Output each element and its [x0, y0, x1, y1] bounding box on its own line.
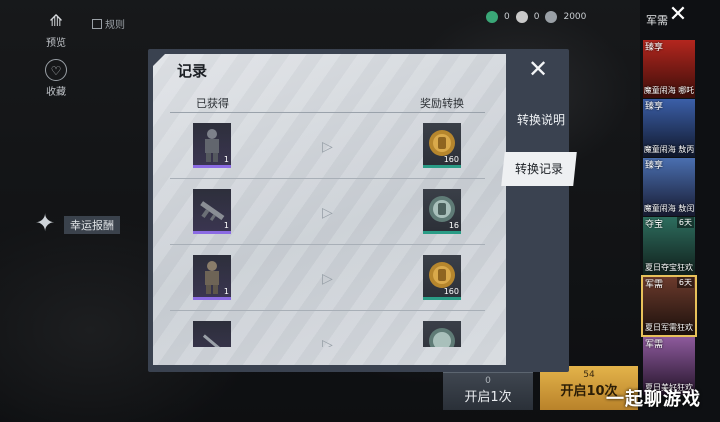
lucky-reward-button[interactable]: ✦ 幸运报酬: [30, 208, 122, 238]
event-caption: 夏日军需狂欢: [645, 323, 693, 332]
heart-icon: ♡: [45, 59, 67, 81]
obtained-item[interactable]: [193, 321, 231, 347]
open-once-button[interactable]: 0 开启1次: [443, 372, 533, 410]
reward-item[interactable]: 160: [423, 255, 461, 300]
dialog-close-button[interactable]: ✕: [520, 55, 556, 85]
event-card[interactable]: 臻享 魔童闹海 敖闰: [643, 158, 695, 216]
event-caption: 夏日夺宝狂欢: [645, 263, 693, 272]
favorite-button[interactable]: ♡ 收藏: [36, 59, 76, 98]
arrow-right-icon: ▷: [322, 271, 333, 287]
event-tag: 军需: [645, 340, 664, 350]
event-card[interactable]: 夺宝 6天 夏日夺宝狂欢: [643, 217, 695, 275]
record-row: ▷: [170, 311, 485, 347]
event-tag: 军需: [645, 280, 664, 290]
event-caption: 魔童闹海 哪吒: [643, 86, 695, 95]
reward-quantity: 160: [443, 287, 459, 296]
reward-item[interactable]: [423, 321, 461, 347]
arrow-right-icon: ▷: [322, 205, 333, 221]
tab-conversion-record-label: 转换记录: [514, 162, 563, 176]
event-tag: 臻享: [645, 161, 664, 171]
obtained-item[interactable]: 1: [193, 123, 231, 168]
arrow-right-icon: ▷: [322, 139, 333, 155]
left-rail: ⟰ 预览 ♡ 收藏: [36, 10, 76, 108]
watermark: 一起聊游戏: [606, 389, 701, 410]
item-quantity: 1: [223, 155, 229, 164]
event-caption: 魔童闹海 敖闰: [643, 204, 695, 213]
event-card[interactable]: 军需 6天 夏日军需狂欢: [641, 275, 697, 337]
event-tag: 臻享: [645, 102, 664, 112]
star-icon: ✦: [34, 209, 56, 237]
column-header-obtained: 已获得: [196, 97, 229, 110]
open-once-label: 开启1次: [464, 390, 512, 405]
event-card[interactable]: 臻享 魔童闹海 哪吒: [643, 40, 695, 98]
column-header-reward: 奖励转换: [420, 97, 464, 110]
event-tag: 夺宝: [645, 220, 664, 230]
rules-link[interactable]: 规则: [92, 16, 125, 31]
event-tag: 臻享: [645, 43, 664, 53]
sidebar-title: 军需: [646, 14, 668, 27]
reward-item[interactable]: 16: [423, 189, 461, 234]
token-icon: [545, 11, 558, 23]
title-notch: [153, 54, 165, 66]
silver-coin-icon: [429, 328, 455, 347]
record-row: 1 ▷ 16: [170, 179, 485, 245]
event-days: 6天: [676, 277, 694, 288]
gun-icon: [200, 201, 225, 221]
gold-amount: 0: [533, 12, 540, 22]
record-row: 1 ▷ 160: [170, 245, 485, 311]
arrow-right-icon: ▷: [322, 337, 333, 347]
reward-quantity: 16: [448, 221, 459, 230]
outfit-icon: [205, 261, 219, 294]
tab-conversion-record[interactable]: 转换记录: [501, 152, 577, 186]
event-days: 6天: [676, 217, 694, 228]
knife-icon: [202, 334, 222, 347]
item-quantity: 1: [223, 287, 229, 296]
lucky-reward-label: 幸运报酬: [64, 216, 120, 234]
coupon-icon: [486, 11, 498, 23]
obtained-item[interactable]: 1: [193, 255, 231, 300]
obtained-item[interactable]: 1: [193, 189, 231, 234]
dialog-title: 记录: [177, 62, 208, 80]
outfit-icon: [205, 129, 219, 162]
wardrobe-label: 预览: [46, 38, 66, 49]
tab-conversion-explain[interactable]: 转换说明: [511, 106, 571, 134]
favorite-label: 收藏: [46, 87, 66, 98]
gold-icon: [515, 11, 528, 23]
event-card[interactable]: 臻享 魔童闹海 敖丙: [643, 99, 695, 157]
item-quantity: 1: [223, 221, 229, 230]
reward-item[interactable]: 160: [423, 123, 461, 168]
coupon-amount: 0: [504, 12, 510, 22]
wardrobe-button[interactable]: ⟰ 预览: [36, 10, 76, 49]
token-amount: 2000: [563, 12, 587, 22]
record-row: 1 ▷ 160: [170, 113, 485, 179]
reward-quantity: 160: [443, 155, 459, 164]
currency-bar: 0 0 2000: [486, 8, 586, 26]
open-once-cost: 0: [485, 376, 491, 386]
hanger-icon: ⟰: [49, 11, 63, 30]
event-caption: 魔童闹海 敖丙: [643, 145, 695, 154]
close-icon[interactable]: ✕: [667, 4, 689, 26]
